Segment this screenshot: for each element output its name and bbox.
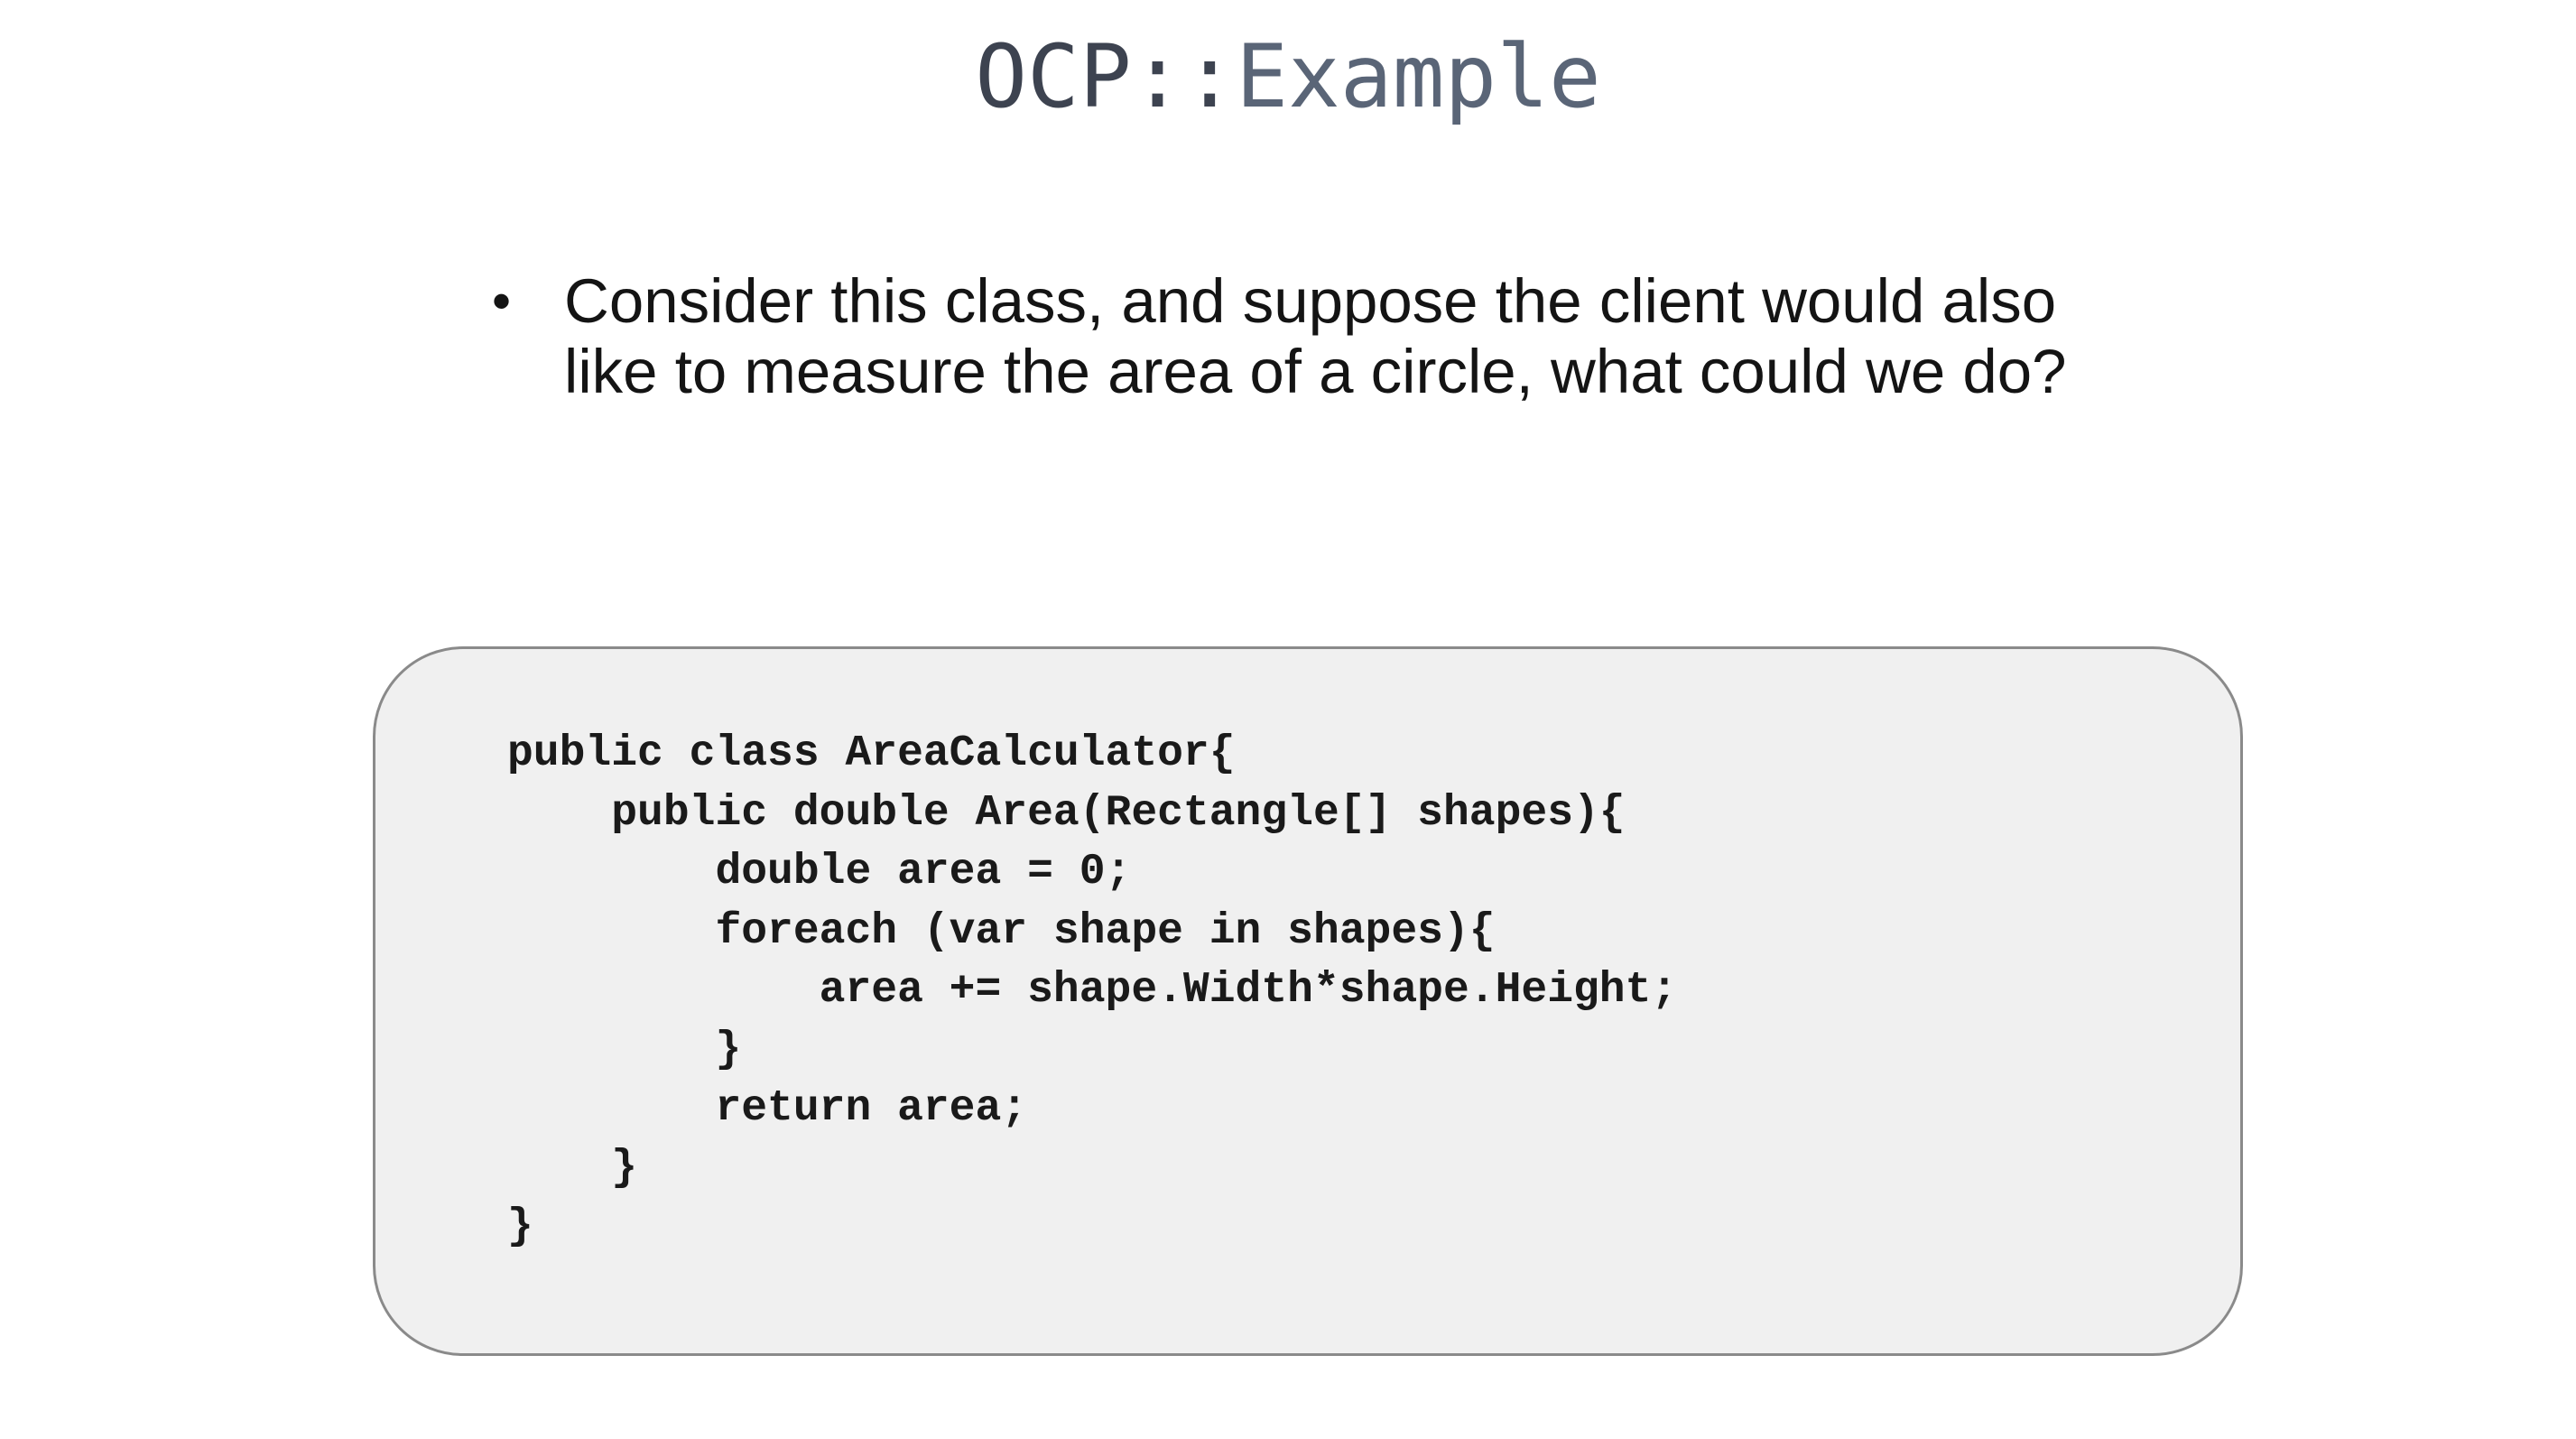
code-line: foreach (var shape in shapes){ <box>507 906 1496 956</box>
code-line: return area; <box>507 1084 1028 1133</box>
code-line: public double Area(Rectangle[] shapes){ <box>507 788 1626 838</box>
slide-title-suffix: Example <box>1236 26 1601 127</box>
code-line: double area = 0; <box>507 848 1132 896</box>
bullet-point-icon: • <box>492 271 512 331</box>
bullet-text: Consider this class, and suppose the cli… <box>564 266 2067 406</box>
slide-title-prefix: OCP:: <box>975 26 1237 127</box>
code-line: public class AreaCalculator{ <box>507 729 1236 778</box>
slide: OCP::Example • Consider this class, and … <box>0 0 2576 1439</box>
code-listing: public class AreaCalculator{ public doub… <box>507 725 1677 1258</box>
code-line: } <box>507 1025 742 1074</box>
code-line: area += shape.Width*shape.Height; <box>507 966 1678 1015</box>
code-line: } <box>507 1143 638 1193</box>
code-block: public class AreaCalculator{ public doub… <box>373 646 2243 1356</box>
slide-title: OCP::Example <box>0 27 2576 126</box>
code-line: } <box>507 1202 533 1251</box>
